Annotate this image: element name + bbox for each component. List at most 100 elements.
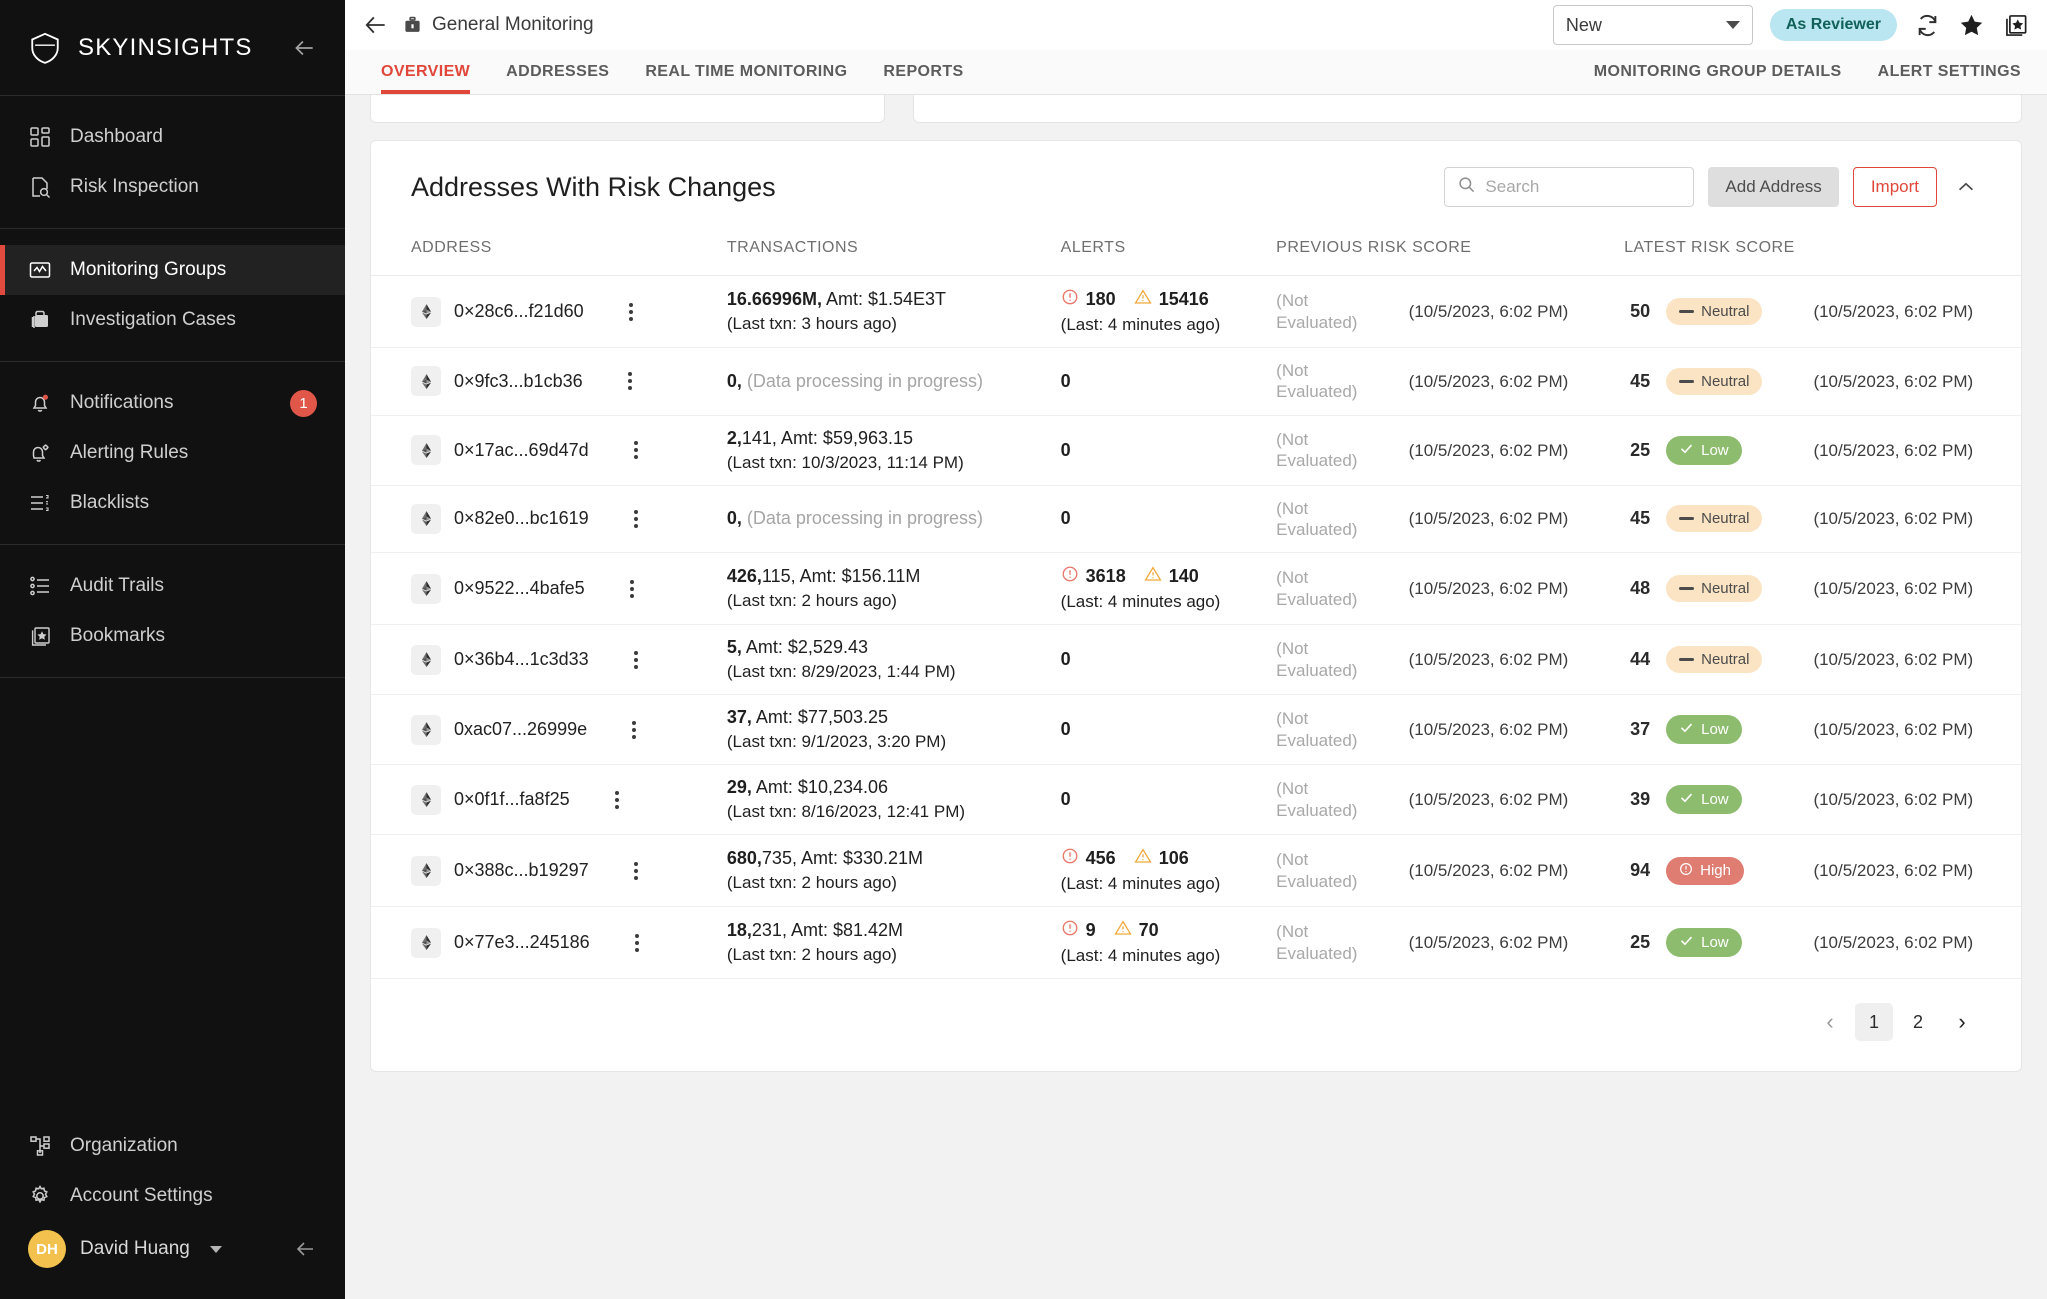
sidebar-item-bookmarks[interactable]: Bookmarks (0, 611, 345, 661)
row-menu-kebab-icon[interactable] (624, 720, 644, 739)
risk-inspection-icon (28, 175, 52, 199)
address-text[interactable]: 0×9fc3...b1cb36 (454, 371, 583, 392)
tab-addresses[interactable]: ADDRESSES (488, 50, 627, 94)
tab-monitoring-group-details[interactable]: MONITORING GROUP DETAILS (1576, 50, 1860, 94)
sidebar-item-blacklists[interactable]: Blacklists (0, 478, 345, 528)
cell-previous-risk-score: (Not Evaluated) (1268, 347, 1401, 416)
table-row[interactable]: 0×17ac...69d47d 2,141, Amt: $59,963.15 (La… (371, 415, 2021, 486)
check-icon (1679, 790, 1694, 809)
refresh-icon[interactable] (1914, 12, 1941, 39)
back-arrow-icon[interactable] (363, 12, 389, 38)
collapse-card-chevron-up-icon[interactable] (1951, 172, 1981, 202)
address-text[interactable]: 0×28c6...f21d60 (454, 301, 584, 322)
tab-label: REPORTS (883, 63, 964, 80)
warning-alert-icon (1144, 565, 1162, 588)
sidebar-item-account-settings[interactable]: Account Settings (0, 1171, 345, 1221)
favorite-star-icon[interactable] (1958, 12, 1985, 39)
breadcrumb[interactable]: General Monitoring (403, 14, 594, 36)
tab-real-time-monitoring[interactable]: REAL TIME MONITORING (627, 50, 865, 94)
table-row[interactable]: 0×28c6...f21d60 16.66996M, Amt: $1.54E3T(… (371, 275, 2021, 348)
ethereum-icon (411, 855, 441, 886)
cell-previous-risk-score: (Not Evaluated) (1268, 415, 1401, 486)
address-text[interactable]: 0×388c...b19297 (454, 860, 589, 881)
table-row[interactable]: 0×36b4...1c3d33 5, Amt: $2,529.43 (Last tx… (371, 624, 2021, 695)
address-text[interactable]: 0xac07...26999e (454, 719, 587, 740)
row-menu-kebab-icon[interactable] (622, 579, 642, 598)
sidebar-item-monitoring-groups[interactable]: Monitoring Groups (0, 245, 345, 295)
tab-alert-settings[interactable]: ALERT SETTINGS (1860, 50, 2039, 94)
table-row[interactable]: 0×9fc3...b1cb36 0, (Data processing in pr… (371, 347, 2021, 416)
pagination: ‹ 1 2 › (371, 979, 2021, 1071)
import-button[interactable]: Import (1852, 167, 1937, 207)
sidebar: SKYINSIGHTS Dashboard Risk Inspection Mo… (0, 0, 345, 1299)
sidebar-item-label: Alerting Rules (70, 442, 189, 463)
address-text[interactable]: 0×82e0...bc1619 (454, 508, 589, 529)
cell-previous-risk-date: (10/5/2023, 6:02 PM) (1400, 485, 1617, 553)
tab-reports[interactable]: REPORTS (865, 50, 981, 94)
sidebar-item-label: Notifications (70, 392, 174, 413)
cell-transactions: 5, Amt: $2,529.43 (Last txn: 8/29/2023, 1… (718, 624, 1053, 695)
address-text[interactable]: 0×36b4...1c3d33 (454, 649, 589, 670)
alerts-zero: 0 (1060, 649, 1071, 669)
row-menu-kebab-icon[interactable] (626, 650, 646, 669)
search-input[interactable] (1485, 177, 1682, 197)
sidebar-item-label: Bookmarks (70, 625, 166, 646)
bookmark-page-icon[interactable] (2002, 12, 2029, 39)
status-select-value: New (1565, 14, 1602, 35)
exclamation-icon (1679, 862, 1693, 880)
cell-previous-risk-date: (10/5/2023, 6:02 PM) (1400, 415, 1617, 486)
role-chip[interactable]: As Reviewer (1769, 9, 1897, 41)
pagination-prev-button[interactable]: ‹ (1811, 1003, 1849, 1041)
table-row[interactable]: 0xac07...26999e 37, Amt: $77,503.25 (Last … (371, 694, 2021, 765)
table-row[interactable]: 0×0f1f...fa8f25 29, Amt: $10,234.06 (Last … (371, 764, 2021, 835)
cell-transactions: 16.66996M, Amt: $1.54E3T (Last txn: 3 hou… (718, 275, 1053, 348)
chevron-down-icon[interactable] (209, 1245, 222, 1253)
pagination-page-1[interactable]: 1 (1855, 1003, 1893, 1041)
search-box[interactable] (1444, 167, 1695, 207)
sidebar-item-investigation-cases[interactable]: Investigation Cases (0, 295, 345, 345)
status-select[interactable]: New (1552, 5, 1753, 45)
sidebar-item-notifications[interactable]: Notifications 1 (0, 378, 345, 428)
latest-score-number: 48 (1630, 578, 1651, 598)
sidebar-item-risk-inspection[interactable]: Risk Inspection (0, 162, 345, 212)
row-menu-kebab-icon[interactable] (620, 372, 640, 391)
peek-card-left[interactable] (370, 95, 885, 123)
row-menu-kebab-icon[interactable] (626, 509, 646, 528)
risk-level-badge: Neutral (1666, 575, 1763, 602)
latest-score-number: 45 (1630, 508, 1651, 529)
table-row[interactable]: 0×77e3...245186 18,231, Amt: $81.42M (Last… (371, 906, 2021, 979)
row-menu-kebab-icon[interactable] (626, 441, 646, 459)
tab-overview[interactable]: OVERVIEW (363, 50, 488, 94)
address-text[interactable]: 0×17ac...69d47d (454, 440, 589, 461)
alerts-last-time: (Last: 4 minutes ago) (1060, 946, 1221, 965)
table-row[interactable]: 0×82e0...bc1619 0, (Data processing in pr… (371, 485, 2021, 553)
sidebar-collapse-icon[interactable] (291, 35, 317, 61)
sidebar-item-organization[interactable]: Organization (0, 1121, 345, 1171)
add-address-button[interactable]: Add Address (1708, 167, 1839, 207)
address-text[interactable]: 0×0f1f...fa8f25 (454, 789, 570, 810)
sidebar-item-label: Organization (70, 1135, 178, 1156)
cell-previous-risk-score: (Not Evaluated) (1268, 694, 1401, 765)
cell-previous-risk-date: (10/5/2023, 6:02 PM) (1400, 275, 1617, 348)
table-row[interactable]: 0×388c...b19297 680,735, Amt: $330.21M (La… (371, 834, 2021, 907)
pagination-next-button[interactable]: › (1943, 1003, 1981, 1041)
latest-score-number: 94 (1630, 860, 1651, 880)
cell-address: 0×82e0...bc1619 (371, 485, 719, 553)
peek-card-right[interactable] (913, 95, 2022, 123)
address-text[interactable]: 0×9522...4bafe5 (454, 578, 585, 599)
sidebar-item-label: Audit Trails (70, 575, 164, 596)
sidebar-item-audit-trails[interactable]: Audit Trails (0, 561, 345, 611)
sidebar-item-alerting-rules[interactable]: Alerting Rules (0, 428, 345, 478)
row-menu-kebab-icon[interactable] (627, 933, 647, 952)
sidebar-collapse-bottom-icon[interactable] (293, 1237, 317, 1261)
address-text[interactable]: 0×77e3...245186 (454, 932, 590, 953)
sidebar-user[interactable]: DH David Huang (0, 1221, 345, 1277)
row-menu-kebab-icon[interactable] (621, 302, 641, 321)
sidebar-item-dashboard[interactable]: Dashboard (0, 112, 345, 162)
row-menu-kebab-icon[interactable] (607, 790, 627, 809)
pagination-page-2[interactable]: 2 (1899, 1003, 1937, 1041)
row-menu-kebab-icon[interactable] (626, 861, 646, 880)
content-scroll-area[interactable]: Addresses With Risk Changes Add Address … (345, 95, 2047, 1299)
avatar: DH (28, 1230, 66, 1268)
table-row[interactable]: 0×9522...4bafe5 426,115, Amt: $156.11M (La… (371, 552, 2021, 625)
